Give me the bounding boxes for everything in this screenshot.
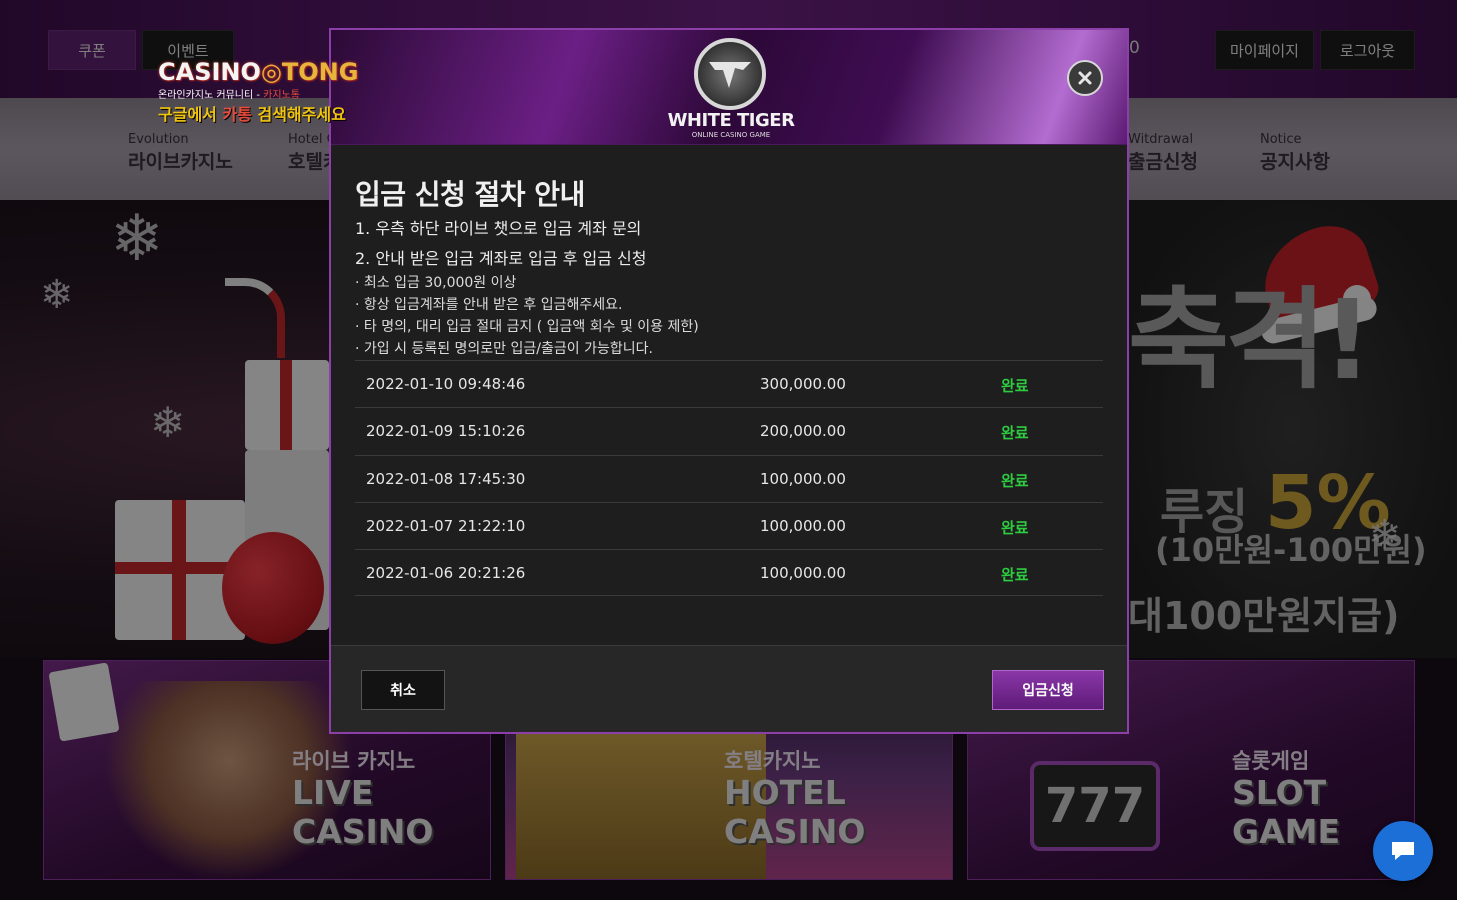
- deposit-modal: WHITE TIGER ONLINE CASINO GAME 입금 신청 절차 …: [329, 28, 1129, 734]
- note-text: · 타 명의, 대리 입금 절대 금지 ( 입금액 회수 및 이용 제한): [355, 319, 699, 335]
- close-icon: [1078, 71, 1092, 85]
- table-row: 2022-01-08 17:45:30 100,000.00 완료: [355, 454, 1103, 502]
- table-row: 2022-01-10 09:48:46 300,000.00 완료: [355, 360, 1103, 407]
- logo-subtitle: ONLINE CASINO GAME: [691, 131, 771, 139]
- deposit-submit-button[interactable]: 입금신청: [992, 670, 1104, 710]
- note-text: · 항상 입금계좌를 안내 받은 후 입금해주세요.: [355, 297, 623, 313]
- modal-title: 입금 신청 절차 안내: [355, 178, 585, 211]
- chat-bubble-icon: [1392, 842, 1414, 860]
- casinotong-watermark: CASINO◎TONG 온라인카지노 커뮤니티 - 카지노통 구글에서 카통 검…: [158, 58, 359, 124]
- status-badge: 완료: [1001, 566, 1029, 585]
- status-badge: 완료: [1001, 377, 1029, 395]
- cancel-button[interactable]: 취소: [361, 670, 445, 710]
- modal-footer: 취소 입금신청: [331, 645, 1127, 732]
- modal-body: 입금 신청 절차 안내 1. 우측 하단 라이브 챗으로 입금 계좌 문의 2.…: [331, 145, 1127, 645]
- live-chat-button[interactable]: [1373, 821, 1433, 881]
- table-row: 2022-01-09 15:10:26 200,000.00 완료: [355, 407, 1103, 454]
- logo-title: WHITE TIGER: [667, 110, 795, 131]
- table-row: 2022-01-06 20:21:26 100,000.00 완료: [355, 549, 1103, 597]
- step-text: 2. 안내 받은 입금 계좌로 입금 후 입금 신청: [355, 249, 647, 268]
- chip-icon: ◎: [260, 58, 282, 86]
- modal-header: WHITE TIGER ONLINE CASINO GAME: [331, 30, 1127, 145]
- tiger-logo-icon: [694, 38, 766, 110]
- step-text: 1. 우측 하단 라이브 챗으로 입금 계좌 문의: [355, 219, 642, 238]
- table-row: 2022-01-07 21:22:10 100,000.00 완료: [355, 501, 1103, 549]
- status-badge: 완료: [1001, 424, 1029, 443]
- deposit-history-table: 2022-01-10 09:48:46 300,000.00 완료 2022-0…: [355, 360, 1103, 597]
- note-text: · 최소 입금 30,000원 이상: [355, 275, 517, 291]
- close-button[interactable]: [1067, 60, 1103, 96]
- note-text: · 가입 시 등록된 명의로만 입금/출금이 가능합니다.: [355, 341, 653, 357]
- status-badge: 완료: [1001, 518, 1029, 537]
- status-badge: 완료: [1001, 471, 1029, 490]
